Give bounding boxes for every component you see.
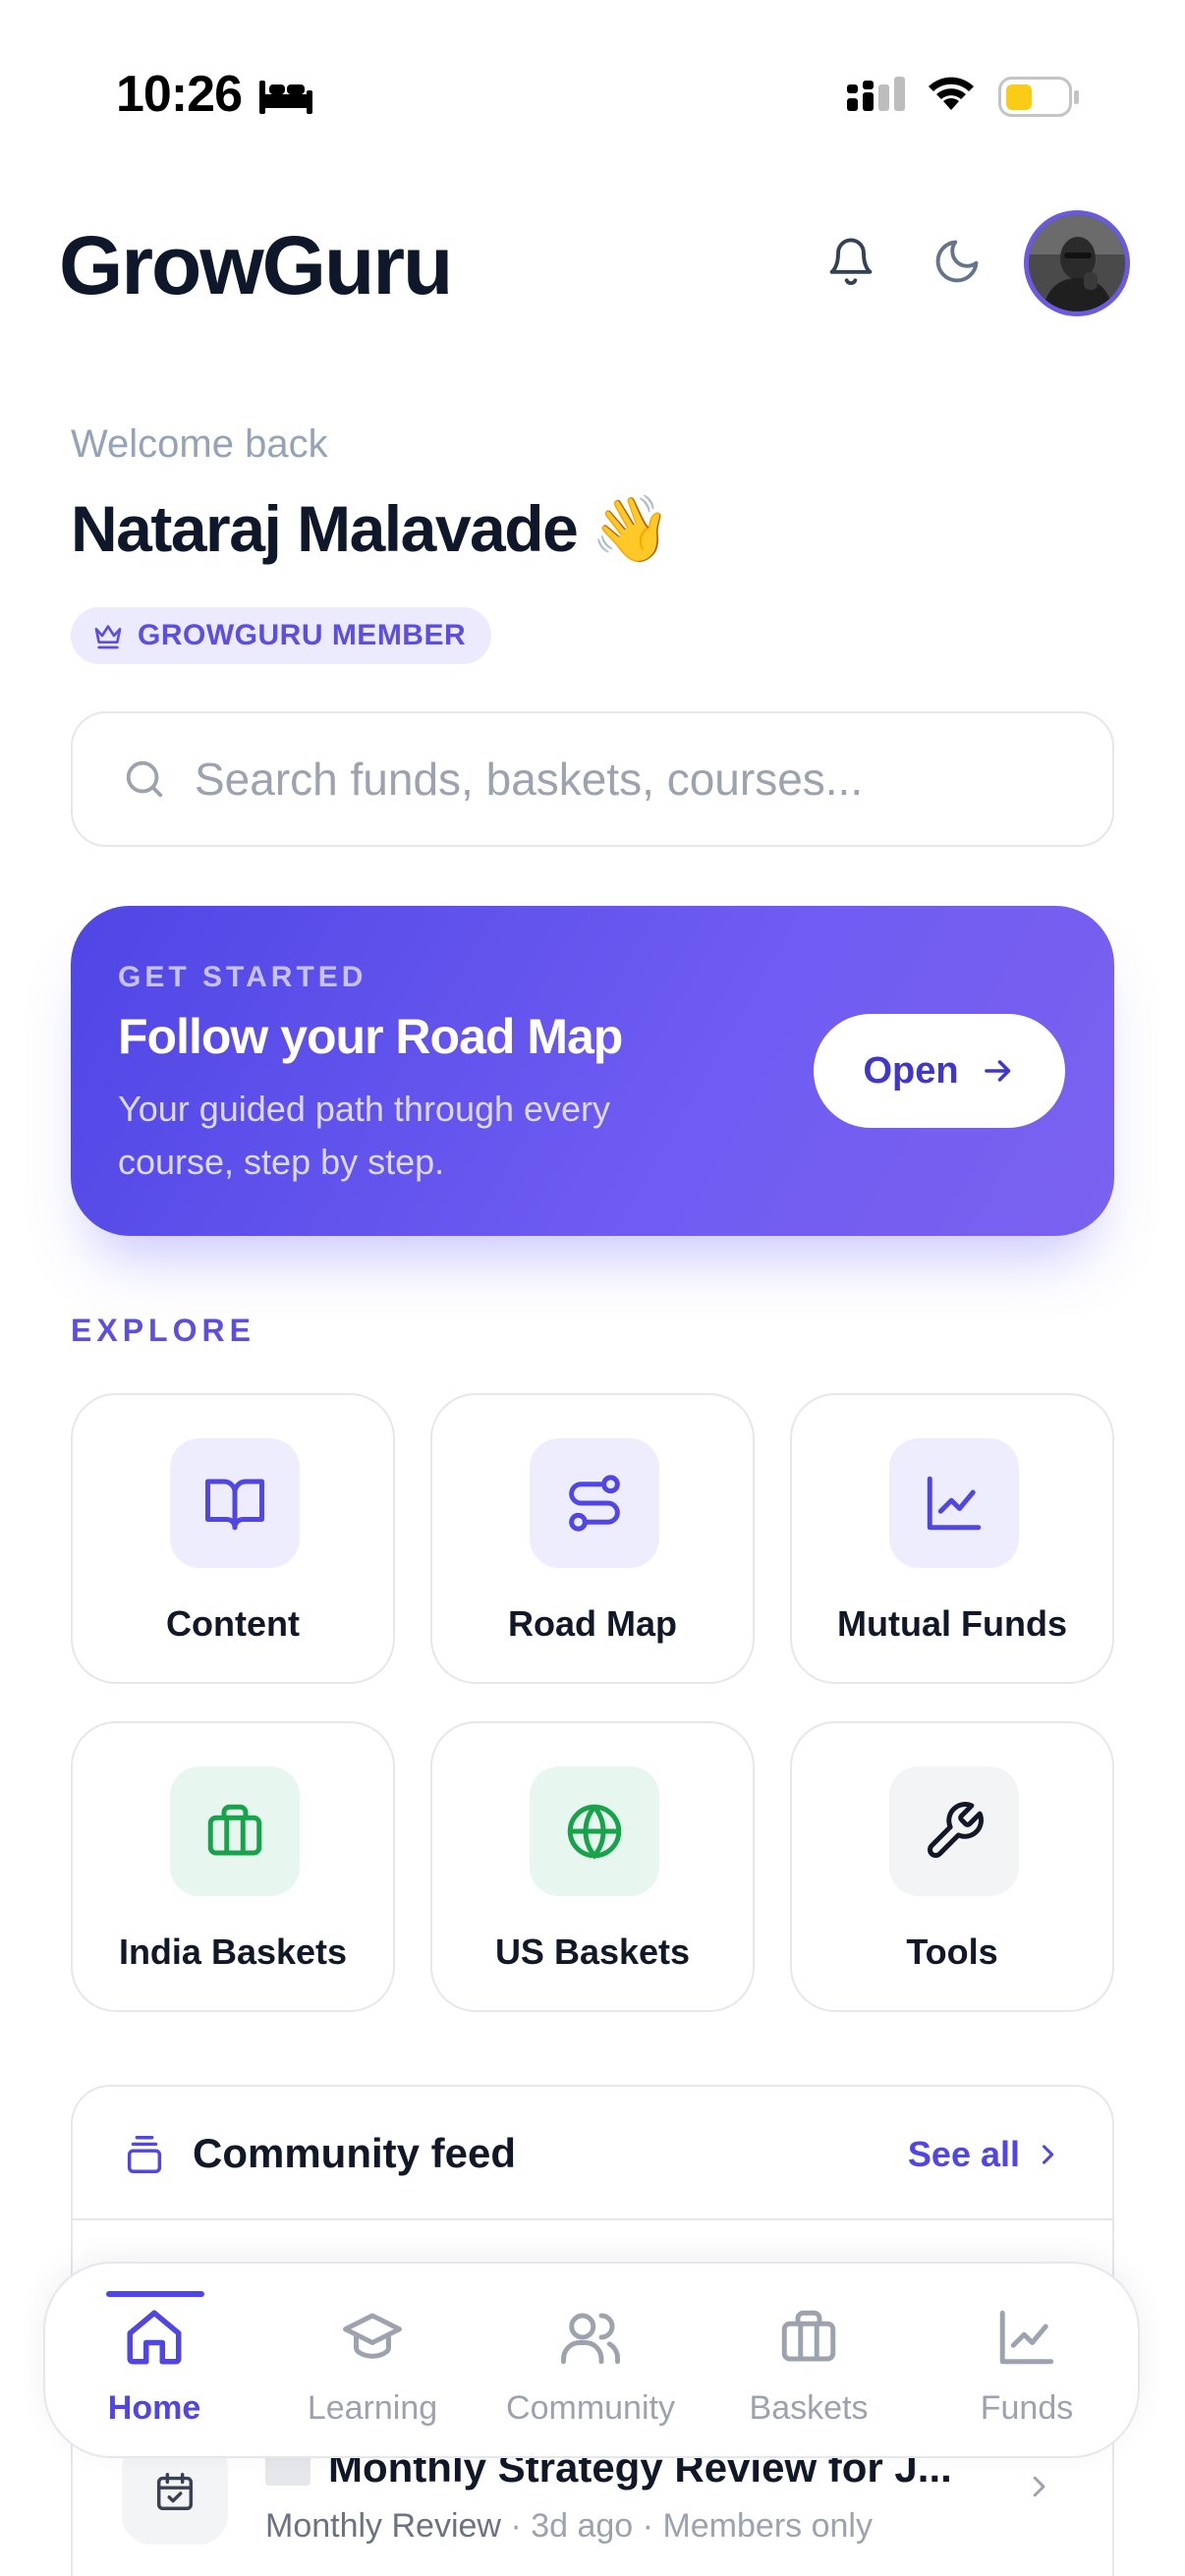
meta-separator: ·: [510, 2507, 532, 2545]
arrow-right-icon: [984, 1060, 1010, 1082]
open-button-label: Open: [863, 1049, 959, 1092]
nav-icon-wrap: [918, 2305, 1136, 2370]
cellular-signal-icon: [847, 77, 908, 121]
welcome-greeting: Welcome back: [71, 422, 328, 466]
tile-icon-bg: [889, 1766, 1019, 1896]
tile-label: US Baskets: [494, 1932, 691, 1972]
wifi-icon: [924, 71, 979, 119]
stack-icon: [122, 2132, 167, 2182]
user-name: Nataraj Malavade: [71, 492, 579, 565]
active-indicator: [106, 2291, 204, 2297]
battery-icon: [998, 77, 1081, 123]
see-all-link[interactable]: See all: [908, 2134, 1061, 2175]
tile-india-baskets[interactable]: India Baskets: [71, 1721, 395, 2012]
tile-label: India Baskets: [118, 1932, 348, 1972]
tile-tools[interactable]: Tools: [790, 1721, 1114, 2012]
nav-icon-wrap: [481, 2305, 700, 2370]
feed-item-meta: Monthly Review · 3d ago · Members only: [265, 2507, 873, 2546]
nav-label: Learning: [307, 2389, 438, 2427]
promo-description: Your guided path through every course, s…: [118, 1089, 611, 1182]
promo-kicker: GET STARTED: [118, 961, 367, 993]
wrench-icon: [928, 1802, 984, 1858]
chevron-right-icon: [1042, 2145, 1054, 2164]
promo-title: Follow your Road Map: [118, 1009, 623, 1064]
nav-learning[interactable]: Learning: [263, 2264, 481, 2456]
graduation-cap-icon: [343, 2313, 402, 2359]
nav-icon-wrap: [263, 2305, 481, 2370]
nav-label: Baskets: [749, 2389, 869, 2427]
roadmap-promo-card[interactable]: GET STARTED Follow your Road Map Your gu…: [71, 906, 1114, 1236]
nav-label: Community: [506, 2389, 675, 2427]
chevron-right-icon: [1024, 2472, 1053, 2506]
nav-baskets[interactable]: Baskets: [700, 2264, 918, 2456]
tile-label: Content: [166, 1603, 300, 1644]
search-placeholder: Search funds, baskets, courses...: [195, 754, 864, 805]
user-name-heading: Nataraj Malavade 👋: [71, 491, 671, 568]
notifications-button[interactable]: [821, 232, 880, 291]
tile-icon-bg: [889, 1438, 1019, 1568]
explore-section-label: EXPLORE: [71, 1313, 255, 1348]
member-badge-label: GROWGURU MEMBER: [138, 619, 467, 651]
meta-separator: ·: [642, 2507, 663, 2545]
wave-emoji: 👋: [591, 492, 671, 565]
community-feed-title: Community feed: [193, 2130, 517, 2176]
book-icon: [205, 1479, 264, 1531]
feed-item-category: Monthly Review: [265, 2507, 501, 2545]
nav-funds[interactable]: Funds: [918, 2264, 1136, 2456]
search-input[interactable]: Search funds, baskets, courses...: [71, 711, 1114, 847]
sleep-focus-icon: [257, 77, 314, 121]
globe-icon: [567, 1804, 622, 1860]
dark-mode-toggle[interactable]: [928, 232, 987, 291]
line-chart-icon: [999, 2310, 1054, 2365]
tile-icon-bg: [530, 1766, 659, 1896]
tile-us-baskets[interactable]: US Baskets: [430, 1721, 755, 2012]
community-feed-header: Community feed See all: [73, 2087, 1112, 2220]
nav-icon-wrap: [700, 2305, 918, 2370]
tile-label: Road Map: [507, 1603, 677, 1644]
briefcase-icon: [781, 2310, 836, 2362]
tile-icon-bg: [170, 1438, 300, 1568]
feed-item-visibility: Members only: [662, 2507, 873, 2545]
moon-icon: [935, 240, 979, 283]
member-badge: GROWGURU MEMBER: [71, 607, 492, 664]
nav-icon-wrap: [45, 2305, 263, 2370]
tile-content[interactable]: Content: [71, 1393, 395, 1684]
see-all-label: See all: [907, 2134, 1020, 2174]
status-time: 10:26: [116, 66, 243, 123]
bell-icon: [829, 238, 873, 286]
users-icon: [561, 2313, 620, 2365]
tile-label: Mutual Funds: [837, 1603, 1067, 1644]
tile-icon-bg: [530, 1438, 659, 1568]
nav-community[interactable]: Community: [481, 2264, 700, 2456]
route-icon: [569, 1475, 620, 1532]
app-brand: GrowGuru: [59, 219, 453, 311]
nav-label: Home: [107, 2389, 201, 2427]
search-icon: [126, 760, 163, 798]
profile-avatar[interactable]: [1024, 210, 1130, 316]
home-icon: [127, 2310, 182, 2365]
bottom-navigation: Home Learning Community Baskets Funds: [43, 2262, 1140, 2458]
tile-mutual-funds[interactable]: Mutual Funds: [790, 1393, 1114, 1684]
line-chart-icon: [927, 1476, 982, 1531]
crown-icon: [94, 625, 122, 649]
tile-label: Tools: [906, 1932, 998, 1972]
tile-road-map[interactable]: Road Map: [430, 1393, 755, 1684]
status-bar: 10:26: [0, 0, 1185, 187]
nav-home[interactable]: Home: [45, 2264, 263, 2456]
briefcase-icon: [207, 1804, 262, 1856]
nav-label: Funds: [980, 2389, 1074, 2427]
open-roadmap-button[interactable]: Open: [814, 1014, 1065, 1128]
feed-item-time: 3d ago: [531, 2507, 634, 2545]
tile-icon-bg: [170, 1766, 300, 1896]
